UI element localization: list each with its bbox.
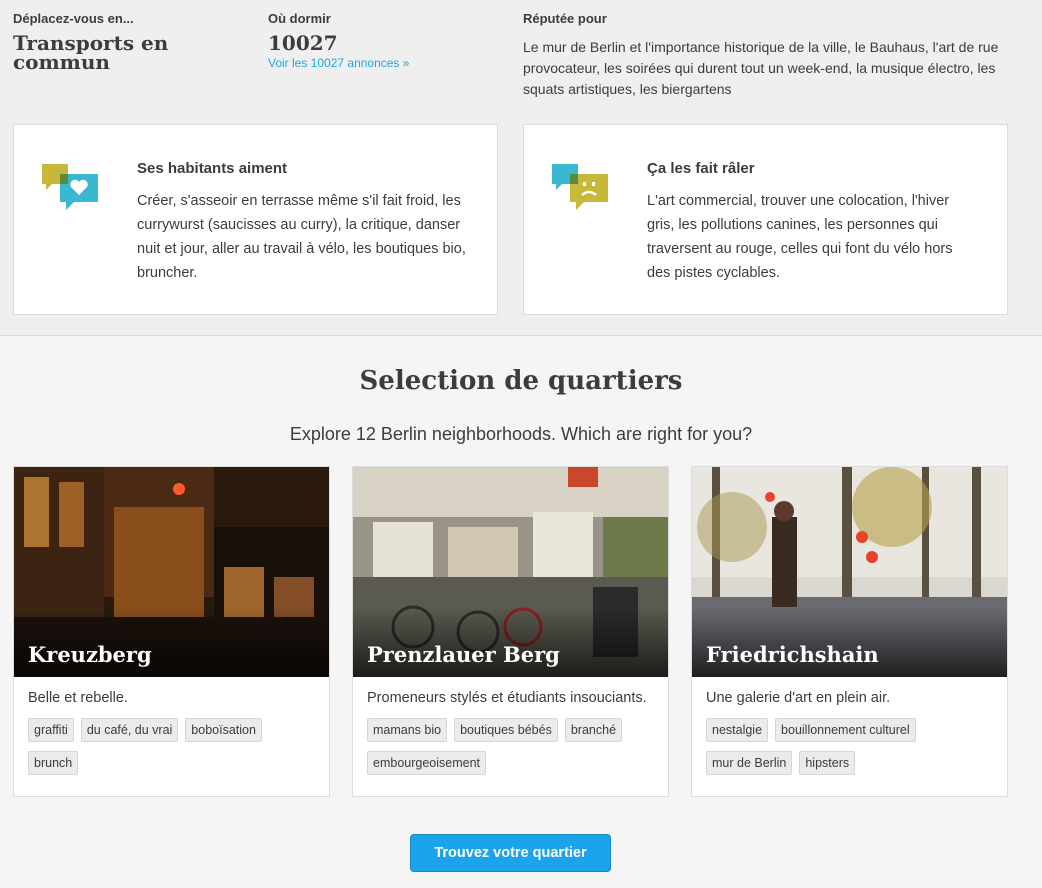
tag[interactable]: bouillonnement culturel [775, 718, 916, 742]
neighborhood-desc: Une galerie d'art en plein air. [706, 690, 891, 706]
neighborhood-tags: graffiti du café, du vrai boboïsation br… [14, 708, 329, 796]
neighborhood-desc: Belle et rebelle. [28, 690, 128, 706]
transport-value: Transports en commun [13, 33, 168, 74]
tag[interactable]: mamans bio [367, 718, 448, 742]
neighborhood-tags: mamans bio boutiques bébés branché embou… [353, 708, 668, 796]
city-summary: Déplacez-vous en... Transports en commun… [0, 0, 1042, 336]
tag[interactable]: du café, du vrai [80, 718, 179, 742]
neighborhood-photo[interactable]: Prenzlauer Berg [353, 467, 668, 677]
tag[interactable]: boboïsation [185, 718, 262, 742]
transport-value-line2: commun [13, 50, 110, 74]
neighborhood-card-kreuzberg[interactable]: Kreuzberg Belle et rebelle. graffiti du … [13, 466, 330, 797]
stay-label: Où dormir [268, 11, 331, 26]
locals-complain-card: Ça les fait râler L'art commercial, trou… [523, 124, 1008, 315]
listing-count: 10027 [268, 31, 338, 55]
neighborhood-card-prenzlauer-berg[interactable]: Prenzlauer Berg Promeneurs stylés et étu… [352, 466, 669, 797]
locals-love-title: Ses habitants aiment [137, 160, 288, 177]
tag[interactable]: boutiques bébés [454, 718, 558, 742]
heart-speech-icon [42, 164, 98, 210]
neighborhood-name: Prenzlauer Berg [367, 642, 560, 667]
tag[interactable]: mur de Berlin [706, 751, 793, 775]
tag[interactable]: embourgeoisement [367, 751, 487, 775]
tag[interactable]: hipsters [799, 751, 856, 775]
neighborhood-name: Kreuzberg [28, 642, 152, 667]
tag[interactable]: nestalgie [706, 718, 769, 742]
neighborhood-photo[interactable]: Friedrichshain [692, 467, 1007, 677]
locals-love-text: Créer, s'asseoir en terrasse même s'il f… [137, 193, 466, 281]
section-subtitle: Explore 12 Berlin neighborhoods. Which a… [289, 424, 753, 444]
section-title: Selection de quartiers [359, 366, 683, 396]
neighborhood-name: Friedrichshain [706, 642, 879, 667]
listings-link[interactable]: Voir les 10027 annonces » [268, 56, 409, 70]
locals-complain-title: Ça les fait râler [647, 160, 755, 177]
transport-label: Déplacez-vous en... [13, 11, 134, 26]
locals-complain-text: L'art commercial, trouver une colocation… [647, 193, 953, 281]
famous-label: Réputée pour [523, 11, 607, 26]
tag[interactable]: graffiti [28, 718, 74, 742]
neighborhood-card-friedrichshain[interactable]: Friedrichshain Une galerie d'art en plei… [691, 466, 1008, 797]
neighborhood-desc: Promeneurs stylés et étudiants insoucian… [367, 690, 647, 706]
famous-text: Le mur de Berlin et l'importance histori… [523, 39, 999, 97]
find-neighborhood-button[interactable]: Trouvez votre quartier [410, 834, 611, 872]
tag[interactable]: branché [564, 718, 623, 742]
neighborhood-photo[interactable]: Kreuzberg [14, 467, 329, 677]
tag[interactable]: brunch [28, 751, 79, 775]
neighborhood-tags: nestalgie bouillonnement culturel mur de… [692, 708, 1007, 796]
frown-speech-icon [552, 164, 608, 210]
locals-love-card: Ses habitants aiment Créer, s'asseoir en… [13, 124, 498, 315]
